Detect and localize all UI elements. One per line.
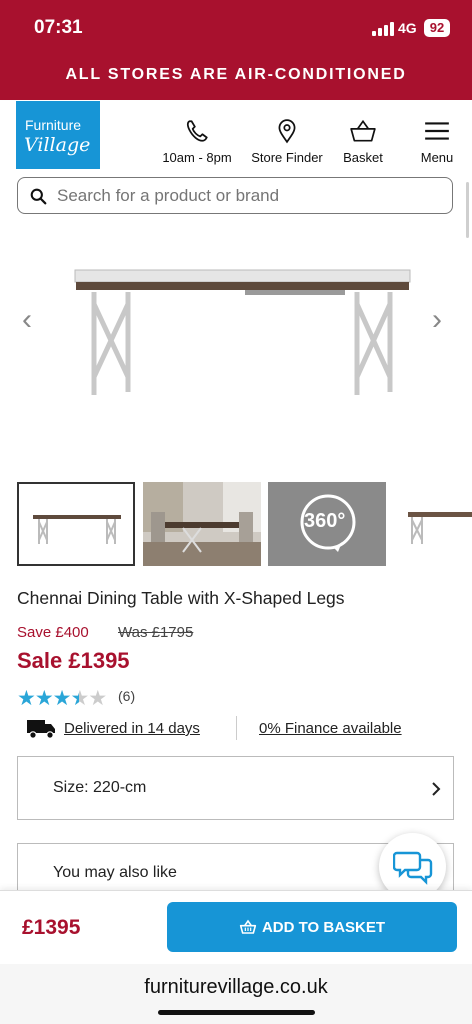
home-indicator[interactable] [158,1010,315,1015]
divider [236,716,237,740]
thumbnail-4[interactable] [394,482,472,566]
top-banner [0,0,472,100]
opening-hours-link[interactable]: 10am - 8pm [158,118,236,165]
add-to-basket-button[interactable]: ADD TO BASKET [167,902,457,952]
add-to-basket-label: ADD TO BASKET [261,918,386,936]
carousel-prev-button[interactable]: ‹ [22,303,32,337]
store-finder-label: Store Finder [251,150,323,165]
was-price: Was £1795 [118,624,194,641]
phone-icon [186,120,208,142]
basket-icon [239,919,257,934]
half-star-icon: ★ [70,687,89,710]
thumbnail-2[interactable] [143,482,261,566]
thumbnail-360-view[interactable]: 360° [268,482,386,566]
thumbnail-1[interactable] [17,482,135,566]
search-bar[interactable] [17,177,453,214]
status-time: 07:31 [34,17,83,38]
logo-text-line2: Village [24,134,91,156]
menu-button[interactable]: Menu [414,118,460,165]
star-icon: ★ [52,687,72,710]
review-count[interactable]: (6) [118,688,135,704]
star-rating[interactable]: ★★★★★ [17,686,107,711]
brand-logo[interactable]: Furniture Village [16,101,100,169]
hamburger-menu-icon [425,122,449,140]
delivery-info-link[interactable]: Delivered in 14 days [64,720,200,737]
menu-label: Menu [420,150,454,165]
chat-bubbles-icon [393,851,433,885]
logo-text-line1: Furniture [25,117,82,133]
search-input[interactable] [55,185,439,207]
signal-icon [372,22,394,36]
battery-icon: 92 [424,19,450,37]
basket-icon [350,119,376,142]
delivery-truck-icon [27,720,55,739]
thumbnail-360-label: 360° [304,510,346,532]
basket-link[interactable]: Basket [336,118,390,165]
page-scrollbar[interactable] [466,182,469,238]
browser-url[interactable]: furniturevillage.co.uk [0,976,472,999]
save-amount: Save £400 [17,624,89,641]
product-main-image[interactable] [70,262,415,402]
bottom-price: £1395 [22,916,81,939]
you-may-also-like-heading: You may also like [53,864,177,881]
opening-hours-label: 10am - 8pm [162,150,232,165]
store-finder-link[interactable]: Store Finder [247,118,327,165]
location-pin-icon [278,119,296,144]
chevron-right-icon [432,782,441,796]
basket-label: Basket [343,150,383,165]
empty-star-icon: ★ [88,687,107,710]
network-label: 4G [398,20,417,36]
finance-info-link[interactable]: 0% Finance available [259,720,402,737]
size-selector-label: Size: 220-cm [53,779,147,796]
search-icon [30,188,47,205]
promo-banner-text[interactable]: ALL STORES ARE AIR-CONDITIONED [0,66,472,84]
star-icon: ★ [34,687,54,710]
product-title: Chennai Dining Table with X-Shaped Legs [17,588,345,608]
star-icon: ★ [17,687,36,710]
carousel-next-button[interactable]: › [432,303,442,337]
sale-price: Sale £1395 [17,648,130,673]
